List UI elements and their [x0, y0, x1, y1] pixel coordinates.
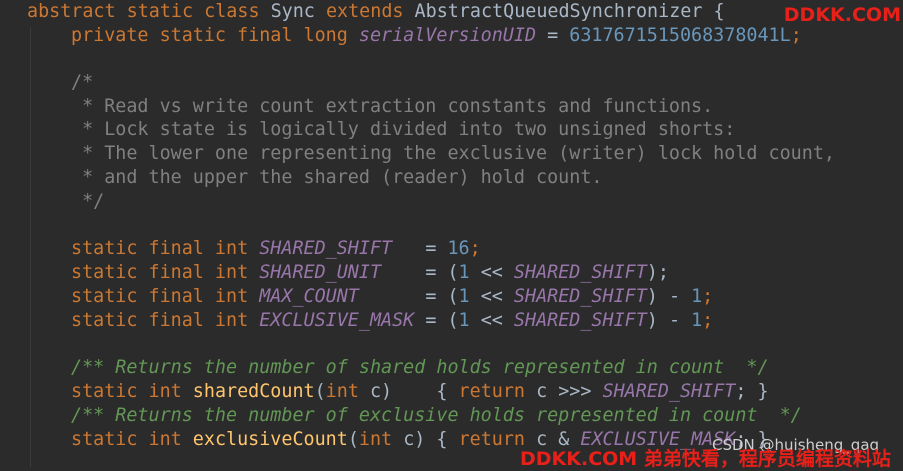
punct-token: ;	[790, 25, 802, 46]
operator-token: = (	[381, 262, 459, 283]
operator-token: =	[536, 25, 570, 46]
constant-line: static final int SHARED_UNIT = (1 << SHA…	[71, 261, 669, 285]
constant-line: static final int MAX_COUNT = (1 << SHARE…	[71, 285, 713, 309]
operator-token: <<	[469, 262, 514, 283]
keyword-token: static final int	[71, 286, 260, 307]
constant-line: static final int EXCLUSIVE_MASK = (1 << …	[71, 309, 713, 333]
keyword-token: static final int	[71, 310, 260, 331]
operator-token: ) -	[646, 310, 692, 331]
keyword-token: static final int	[71, 238, 260, 259]
comment-line: * The lower one representing the exclusi…	[71, 143, 835, 164]
doc-comment-line: /** Returns the number of shared holds r…	[71, 357, 769, 378]
keyword-token: private static final long	[71, 25, 359, 46]
number-token: 1	[458, 286, 470, 307]
code-editor[interactable]: abstract static class Sync extends Abstr…	[0, 0, 903, 467]
serial-version-line: private static final long serialVersionU…	[71, 24, 802, 48]
comment-line: * Lock state is logically divided into t…	[71, 119, 736, 140]
param-token: c) {	[403, 429, 459, 450]
doc-comment-line: /** Returns the number of exclusive hold…	[71, 405, 802, 426]
field-token: SHARED_SHIFT	[513, 310, 647, 331]
punct-token: ;	[702, 286, 714, 307]
keyword-token: static int	[71, 429, 193, 450]
keyword-token: int	[325, 381, 370, 402]
watermark-top: DDKK.COM	[783, 4, 901, 26]
field-token: SHARED_UNIT	[259, 262, 382, 283]
operator-token: <<	[469, 286, 514, 307]
field-token: MAX_COUNT	[259, 286, 359, 307]
keyword-token: static int	[71, 381, 193, 402]
field-token: SHARED_SHIFT	[513, 286, 647, 307]
method-line: static int sharedCount(int c) { return c…	[71, 380, 769, 404]
field-token: SHARED_SHIFT	[513, 262, 647, 283]
comment-line: * and the upper the shared (reader) hold…	[71, 167, 603, 188]
comment-line: * Read vs write count extraction constan…	[71, 96, 714, 117]
operator-token: <<	[469, 310, 514, 331]
comment-line: /*	[71, 72, 94, 93]
number-token: 16	[447, 238, 470, 259]
constant-line: static final int SHARED_SHIFT = 16;	[71, 237, 481, 261]
comment-line: */	[71, 191, 105, 212]
operator-token: ) -	[646, 286, 692, 307]
superclass-token: AbstractQueuedSynchronizer {	[414, 1, 725, 22]
operator-token: = (	[414, 310, 459, 331]
punct-token: (	[314, 381, 326, 402]
method-name-token: sharedCount	[192, 381, 315, 402]
number-token: 1	[691, 310, 703, 331]
field-token: SHARED_SHIFT	[259, 238, 393, 259]
punct-token: ; }	[735, 381, 769, 402]
class-name-token: Sync	[270, 1, 326, 22]
keyword-token: extends	[325, 1, 415, 22]
expr-token: c >>>	[536, 381, 603, 402]
field-token: EXCLUSIVE_MASK	[259, 310, 415, 331]
param-token: c) {	[369, 381, 459, 402]
punct-token: (	[347, 429, 359, 450]
number-token: 1	[691, 286, 703, 307]
punct-token: ;	[469, 238, 481, 259]
method-name-token: exclusiveCount	[192, 429, 348, 450]
keyword-token: int	[358, 429, 404, 450]
keyword-token: static final int	[71, 262, 260, 283]
field-token: serialVersionUID	[358, 25, 537, 46]
number-token: 1	[458, 262, 470, 283]
indent-guide	[30, 27, 31, 467]
number-token: 1	[458, 310, 470, 331]
operator-token: = (	[358, 286, 459, 307]
class-declaration-line: abstract static class Sync extends Abstr…	[27, 0, 725, 24]
punct-token: ;	[702, 310, 714, 331]
keyword-token: return	[458, 381, 537, 402]
operator-token: =	[392, 238, 448, 259]
operator-token: );	[646, 262, 669, 283]
number-token: 6317671515068378041L	[569, 25, 791, 46]
keyword-token: abstract static class	[27, 1, 271, 22]
field-token: SHARED_SHIFT	[602, 381, 736, 402]
